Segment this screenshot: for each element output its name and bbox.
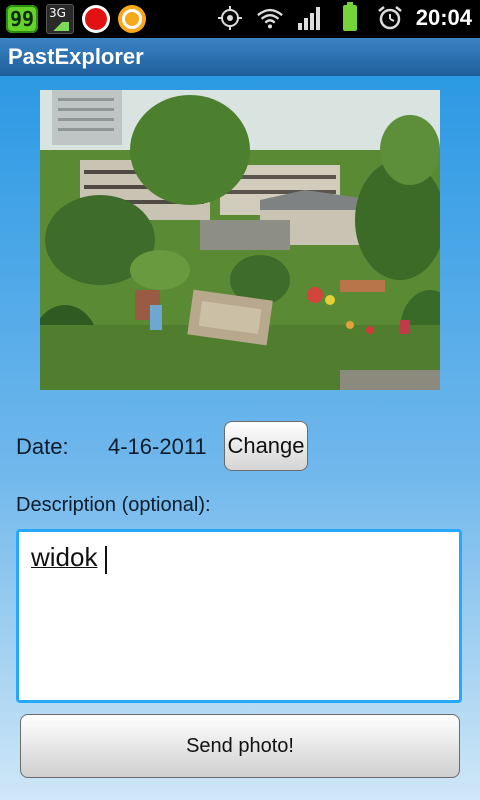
app-title-bar: PastExplorer xyxy=(0,38,480,76)
date-value: 4-16-2011 xyxy=(108,434,207,459)
app-title: PastExplorer xyxy=(8,44,144,69)
description-input[interactable]: widok xyxy=(16,529,462,703)
gps-icon xyxy=(216,4,244,32)
status-time: 20:04 xyxy=(415,5,472,30)
change-date-button[interactable]: Change xyxy=(224,421,308,471)
alarm-icon xyxy=(376,4,404,32)
orange-app-icon xyxy=(118,5,146,33)
3g-data-icon: 3G xyxy=(46,4,74,34)
date-label: Date: xyxy=(16,434,69,459)
main-content: Date: 4-16-2011 Change Description (opti… xyxy=(0,76,480,800)
record-icon xyxy=(82,5,110,33)
wifi-icon xyxy=(256,4,284,32)
text-cursor xyxy=(105,546,107,574)
signal-icon xyxy=(296,4,324,32)
status-bar: 99 3G 20:04 xyxy=(0,0,480,38)
description-label: Description (optional): xyxy=(16,494,211,516)
description-text: widok xyxy=(31,542,98,572)
send-photo-button[interactable]: Send photo! xyxy=(20,714,460,778)
photo-preview xyxy=(40,90,440,390)
battery-icon xyxy=(336,2,364,32)
battery-level-badge-icon: 99 xyxy=(6,5,38,33)
